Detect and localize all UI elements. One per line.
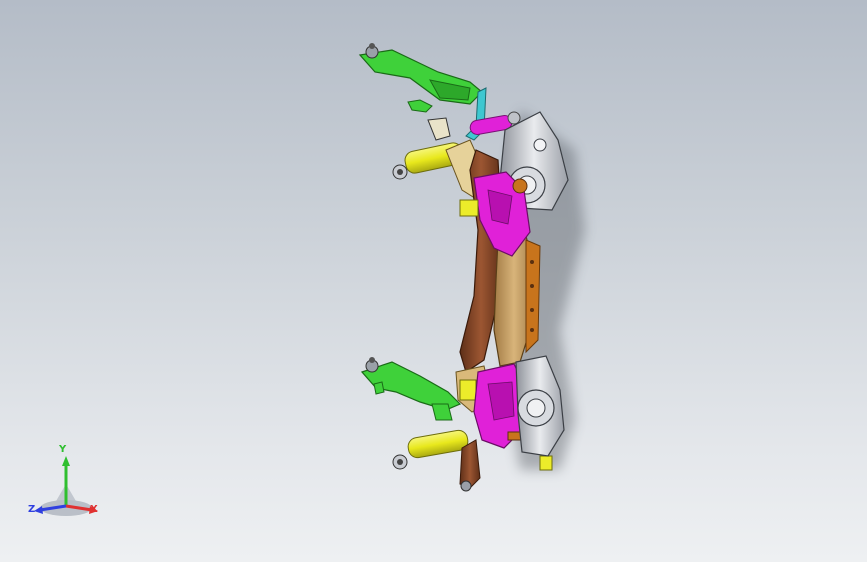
x-axis-label: X xyxy=(90,504,98,515)
upper-control-arm-bottom[interactable] xyxy=(360,357,462,421)
suspension-subframe-model[interactable] xyxy=(0,0,867,562)
coordinate-triad: Y X Z xyxy=(22,444,112,524)
z-axis-label: Z xyxy=(28,504,36,515)
upper-control-arm-top[interactable] xyxy=(358,43,483,113)
triad-graphic xyxy=(34,456,98,516)
damper-bottom[interactable] xyxy=(392,429,469,470)
y-axis-label: Y xyxy=(59,444,67,455)
toe-link-bottom[interactable] xyxy=(459,439,481,492)
3d-graphics-viewport[interactable]: Y X Z xyxy=(0,0,867,562)
